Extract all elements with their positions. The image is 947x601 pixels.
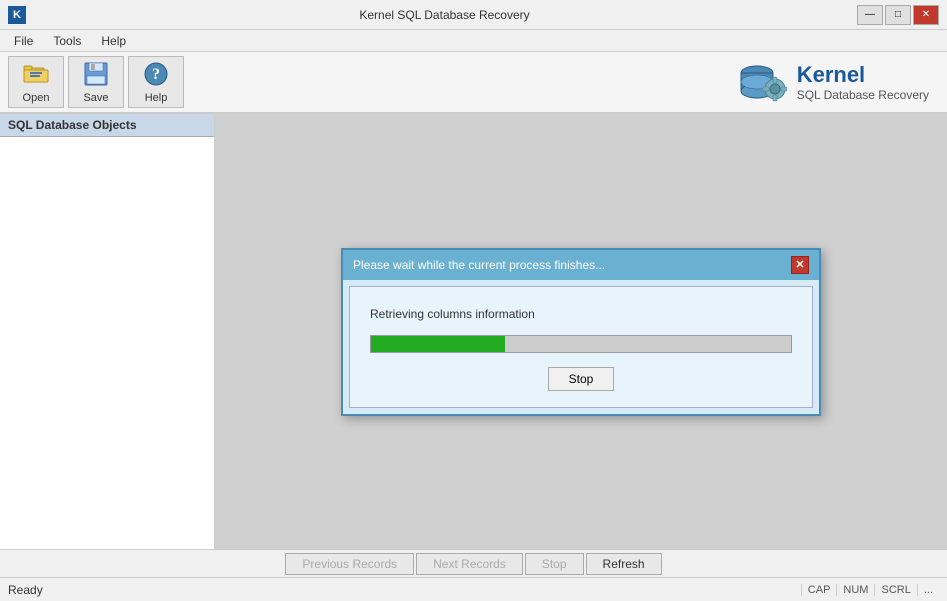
left-panel: SQL Database Objects xyxy=(0,114,215,549)
help-button[interactable]: ? Help xyxy=(128,56,184,108)
help-label: Help xyxy=(145,92,168,104)
maximize-icon: □ xyxy=(895,9,901,20)
app-icon: K xyxy=(8,6,26,24)
modal-stop-button[interactable]: Stop xyxy=(548,367,615,391)
window-controls: — □ ✕ xyxy=(857,5,939,25)
title-bar: K Kernel SQL Database Recovery — □ ✕ xyxy=(0,0,947,30)
scrl-indicator: SCRL xyxy=(874,584,916,596)
help-icon: ? xyxy=(142,60,170,88)
bottom-buttons: Previous Records Next Records Stop Refre… xyxy=(285,553,661,575)
save-icon xyxy=(82,60,110,88)
close-icon: ✕ xyxy=(922,9,930,20)
cap-indicator: CAP xyxy=(801,584,837,596)
status-indicators: CAP NUM SCRL ... xyxy=(801,584,939,596)
logo-text: Kernel SQL Database Recovery xyxy=(797,62,929,102)
prev-records-button[interactable]: Previous Records xyxy=(285,553,414,575)
svg-text:?: ? xyxy=(152,66,160,83)
minimize-button[interactable]: — xyxy=(857,5,883,25)
modal-actions: Stop xyxy=(370,367,792,391)
logo-area: Kernel SQL Database Recovery xyxy=(737,57,939,107)
bottom-bar: Previous Records Next Records Stop Refre… xyxy=(0,549,947,577)
maximize-button[interactable]: □ xyxy=(885,5,911,25)
menu-file[interactable]: File xyxy=(4,32,43,50)
modal-message: Retrieving columns information xyxy=(370,307,792,321)
refresh-button[interactable]: Refresh xyxy=(586,553,662,575)
left-panel-header: SQL Database Objects xyxy=(0,114,214,137)
progress-bar-container xyxy=(370,335,792,353)
next-records-button[interactable]: Next Records xyxy=(416,553,523,575)
menu-bar: File Tools Help xyxy=(0,30,947,52)
open-label: Open xyxy=(23,92,50,104)
modal-body: Retrieving columns information Stop xyxy=(349,286,813,408)
status-bar: Ready CAP NUM SCRL ... xyxy=(0,577,947,601)
toolbar: Open Save ? Help xyxy=(0,52,947,114)
toolbar-buttons: Open Save ? Help xyxy=(8,56,184,108)
logo-subtitle: SQL Database Recovery xyxy=(797,88,929,102)
status-text: Ready xyxy=(8,583,43,597)
modal-title: Please wait while the current process fi… xyxy=(353,258,605,272)
modal-dialog: Please wait while the current process fi… xyxy=(341,248,821,416)
close-button[interactable]: ✕ xyxy=(913,5,939,25)
stop-button[interactable]: Stop xyxy=(525,553,584,575)
dots-indicator: ... xyxy=(917,584,939,596)
menu-tools[interactable]: Tools xyxy=(43,32,91,50)
main-area: SQL Database Objects Please wait while t… xyxy=(0,114,947,549)
save-label: Save xyxy=(83,92,108,104)
db-logo-icon xyxy=(737,57,787,107)
save-button[interactable]: Save xyxy=(68,56,124,108)
modal-overlay: Please wait while the current process fi… xyxy=(215,114,947,549)
menu-help[interactable]: Help xyxy=(91,32,136,50)
minimize-icon: — xyxy=(865,9,875,20)
open-button[interactable]: Open xyxy=(8,56,64,108)
modal-header: Please wait while the current process fi… xyxy=(343,250,819,280)
logo-kernel: Kernel xyxy=(797,62,865,88)
right-panel: Please wait while the current process fi… xyxy=(215,114,947,549)
num-indicator: NUM xyxy=(836,584,874,596)
progress-bar-fill xyxy=(371,336,505,352)
window-title: Kernel SQL Database Recovery xyxy=(32,8,857,22)
modal-close-button[interactable]: ✕ xyxy=(791,256,809,274)
open-icon xyxy=(22,60,50,88)
